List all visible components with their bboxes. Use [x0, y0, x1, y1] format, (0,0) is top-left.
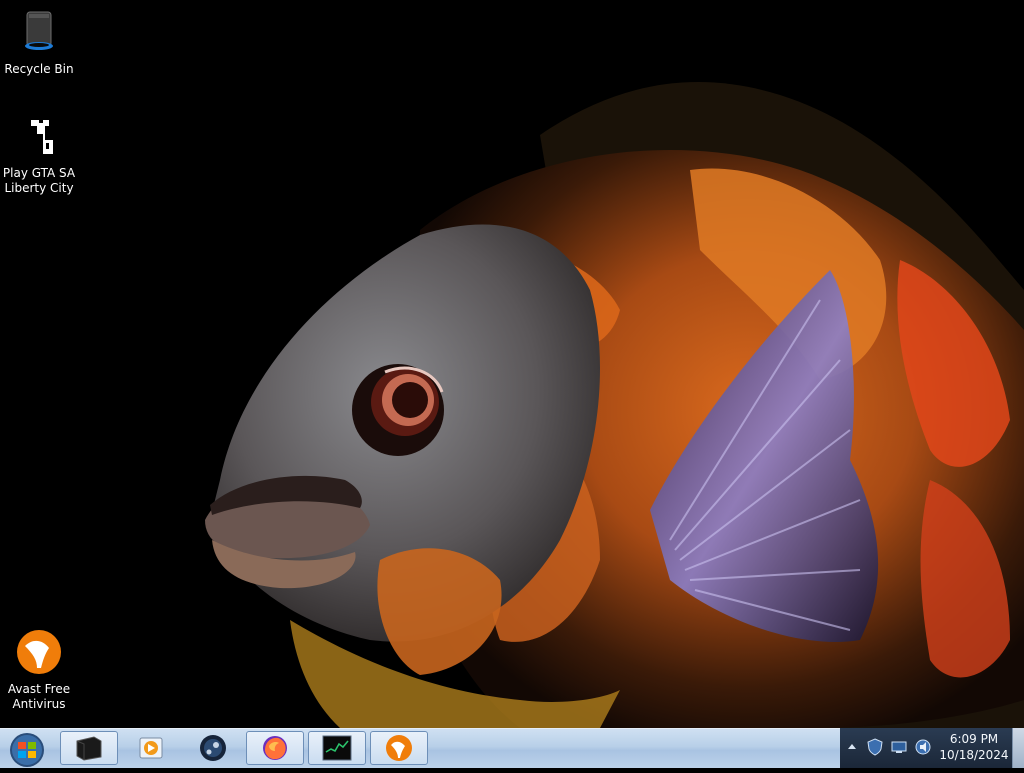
windows-start-orb-icon [10, 733, 44, 767]
desktop-icon-label: Play GTA SA Liberty City [2, 166, 76, 195]
desktop-icon-label: Avast Free Antivirus [7, 682, 71, 711]
taskbar-button-tablet-app[interactable] [60, 731, 118, 765]
taskbar-button-task-manager[interactable] [308, 731, 366, 765]
start-button[interactable] [3, 729, 53, 769]
media-player-icon [139, 737, 163, 759]
avast-icon [17, 630, 61, 674]
task-manager-icon [322, 735, 352, 761]
wallpaper-fish [205, 82, 1024, 728]
recycle-bin-icon [25, 11, 53, 50]
gta-icon [31, 120, 53, 154]
desktop: Recycle Bin Play GTA SA Liberty City Ava… [0, 0, 1024, 728]
taskbar-button-avast[interactable] [370, 731, 428, 765]
avast-icon [386, 735, 412, 761]
firefox-icon [263, 736, 287, 760]
taskbar-button-media-player[interactable] [122, 731, 180, 765]
show-hidden-icon[interactable] [848, 744, 856, 749]
desktop-icon-label: Recycle Bin [4, 62, 74, 76]
clock[interactable]: 6:09 PM 10/18/2024 [936, 731, 1012, 763]
volume-icon[interactable] [914, 738, 932, 756]
desktop-icon-recycle-bin[interactable]: Recycle Bin [1, 8, 77, 77]
desktop-icon-gta[interactable]: Play GTA SA Liberty City [1, 112, 77, 196]
black-tablet-icon [76, 736, 102, 761]
taskbar-button-steam[interactable] [184, 731, 242, 765]
steam-icon [200, 735, 226, 761]
taskbar-button-firefox[interactable] [246, 731, 304, 765]
windows-defender-icon[interactable] [866, 738, 884, 756]
show-desktop-button[interactable] [1012, 728, 1024, 768]
network-icon[interactable] [890, 738, 908, 756]
clock-date: 10/18/2024 [939, 748, 1009, 762]
clock-time: 6:09 PM [949, 732, 999, 746]
desktop-icon-avast[interactable]: Avast Free Antivirus [1, 628, 77, 712]
